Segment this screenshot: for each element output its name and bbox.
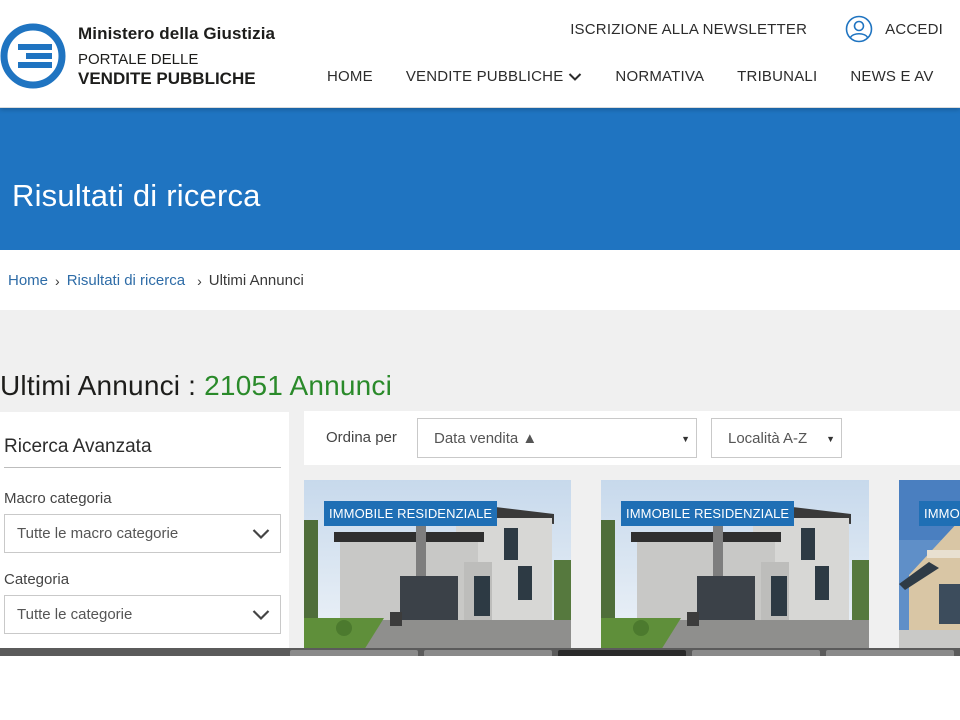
page: Ministero della Giustizia PORTALE DELLE … — [0, 0, 960, 720]
breadcrumb: Home › Risultati di ricerca › Ultimi Ann… — [8, 272, 304, 289]
results-title-prefix: Ultimi Annunci : — [0, 370, 205, 401]
category-badge: IMMO — [919, 501, 960, 526]
category-select[interactable]: Tutte le categorie — [4, 595, 281, 634]
strip-tab[interactable] — [290, 650, 418, 656]
brand-title[interactable]: Ministero della Giustizia PORTALE DELLE … — [78, 24, 275, 89]
sort-date-select[interactable]: Data vendita ▲ ▼ — [417, 418, 697, 458]
brand-sales: VENDITE PUBBLICHE — [78, 69, 256, 88]
sort-locality-value: Località A-Z — [728, 429, 808, 447]
divider — [4, 467, 281, 468]
results-count-title: Ultimi Annunci : 21051 Annunci — [0, 370, 392, 402]
main-nav: HOME VENDITE PUBBLICHE NORMATIVA TRIBUNA… — [327, 68, 934, 85]
breadcrumb-home[interactable]: Home — [8, 272, 48, 289]
sort-locality-select[interactable]: Località A-Z ▼ — [711, 418, 842, 458]
site-header: Ministero della Giustizia PORTALE DELLE … — [0, 0, 960, 108]
breadcrumb-current: Ultimi Annunci — [208, 272, 304, 289]
listing-card[interactable]: IMMO — [899, 480, 960, 650]
macro-category-value: Tutte le macro categorie — [17, 525, 179, 542]
category-value: Tutte le categorie — [17, 606, 133, 623]
sort-label: Ordina per — [326, 429, 397, 446]
nav-vendite-label: VENDITE PUBBLICHE — [405, 68, 564, 85]
chevron-down-icon — [569, 72, 582, 81]
chevron-down-icon — [252, 610, 270, 621]
category-badge: IMMOBILE RESIDENZIALE — [621, 501, 795, 526]
dropdown-caret-icon: ▼ — [681, 434, 690, 444]
breadcrumb-results[interactable]: Risultati di ricerca — [67, 272, 185, 289]
page-banner: Risultati di ricerca — [0, 108, 960, 250]
dropdown-caret-icon: ▼ — [826, 434, 835, 444]
nav-tribunali[interactable]: TRIBUNALI — [737, 68, 817, 85]
page-title: Risultati di ricerca — [12, 178, 261, 213]
login-link[interactable]: ACCEDI — [885, 21, 943, 38]
brand-ministry: Ministero della Giustizia — [78, 24, 276, 43]
advanced-search-title: Ricerca Avanzata — [4, 436, 152, 457]
nav-vendite-pubbliche[interactable]: VENDITE PUBBLICHE — [406, 68, 583, 85]
breadcrumb-chevron-icon: › — [197, 272, 202, 289]
strip-tab[interactable] — [826, 650, 954, 656]
sort-bar: Ordina per Data vendita ▲ ▼ Località A-Z… — [304, 411, 960, 465]
user-circle-icon[interactable] — [845, 15, 873, 43]
macro-category-select[interactable]: Tutte le macro categorie — [4, 514, 281, 553]
listing-card[interactable]: IMMOBILE RESIDENZIALE — [601, 480, 869, 650]
brand-portal: PORTALE DELLE — [78, 51, 199, 68]
portal-logo-icon[interactable] — [0, 22, 66, 90]
top-links: ISCRIZIONE ALLA NEWSLETTER ACCEDI — [570, 14, 960, 44]
results-count: 21051 Annunci — [204, 370, 393, 401]
newsletter-link[interactable]: ISCRIZIONE ALLA NEWSLETTER — [570, 21, 807, 38]
category-label: Categoria — [4, 571, 70, 588]
sort-date-value: Data vendita ▲ — [434, 429, 538, 447]
nav-home[interactable]: HOME — [327, 68, 373, 85]
advanced-search-panel: Ricerca Avanzata Macro categoria Tutte l… — [0, 412, 289, 650]
strip-tab[interactable] — [424, 650, 552, 656]
chevron-down-icon — [252, 529, 270, 540]
category-badge: IMMOBILE RESIDENZIALE — [324, 501, 498, 526]
nav-normativa[interactable]: NORMATIVA — [615, 68, 704, 85]
nav-news[interactable]: NEWS E AV — [850, 68, 933, 85]
macro-category-label: Macro categoria — [4, 490, 112, 507]
listing-card[interactable]: IMMOBILE RESIDENZIALE — [304, 480, 571, 650]
breadcrumb-chevron-icon: › — [55, 272, 60, 289]
strip-tab[interactable] — [692, 650, 820, 656]
strip-tab[interactable] — [558, 650, 686, 656]
